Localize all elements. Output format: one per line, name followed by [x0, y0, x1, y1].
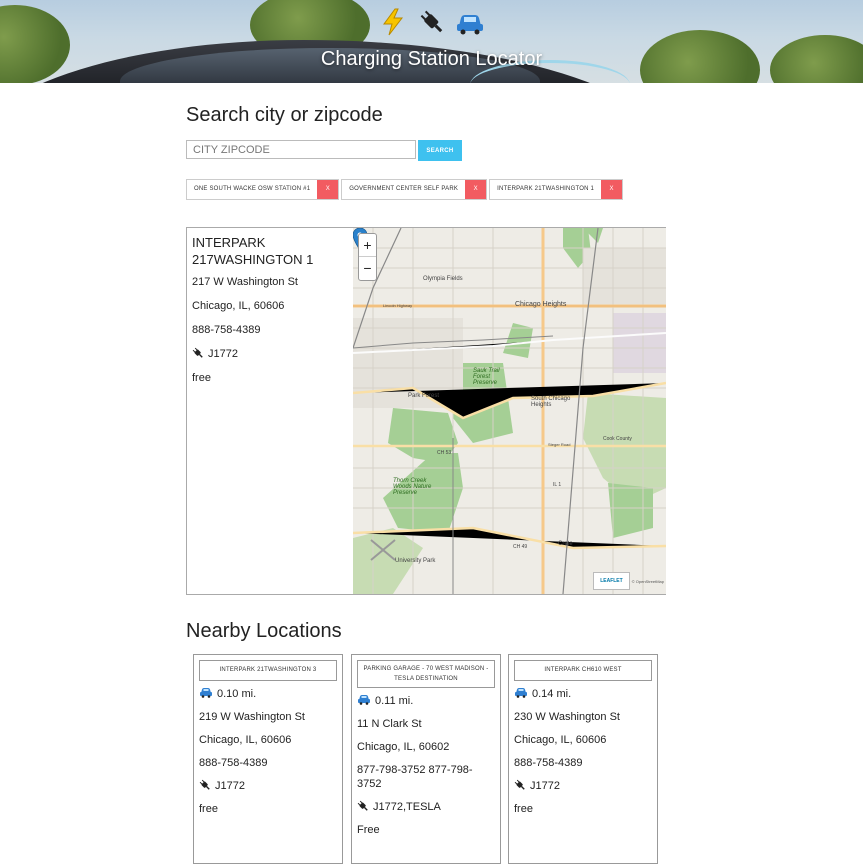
- map-tiles: [353, 228, 666, 594]
- lightning-icon: [378, 8, 408, 36]
- nearby-station-button[interactable]: INTERPARK CH610 WEST: [514, 660, 652, 681]
- station-price: free: [192, 372, 211, 384]
- map-label: Olympia Fields: [423, 276, 463, 282]
- ev-plug-icon: [199, 779, 210, 790]
- ev-plug-icon: [514, 779, 525, 790]
- map-view[interactable]: Olympia Fields Lincoln Highway Chicago H…: [353, 228, 666, 594]
- nearby-price: free: [199, 803, 218, 815]
- nearby-distance: 0.10 mi.: [217, 688, 257, 700]
- nearby-phone: 888-758-4389: [514, 757, 583, 769]
- saved-station-label[interactable]: INTERPARK 21TWASHINGTON 1: [490, 180, 601, 199]
- map-label: Thorn Creek Woods Nature Preserve: [393, 478, 432, 496]
- nearby-city: Chicago, IL, 60606: [199, 734, 292, 746]
- station-phone: 888-758-4389: [192, 324, 261, 336]
- map-label: Chicago Heights: [515, 301, 567, 308]
- ev-plug-icon: [417, 8, 447, 36]
- station-connector-row: J1772: [192, 347, 348, 361]
- station-street: 217 W Washington St: [192, 276, 298, 288]
- nearby-city: Chicago, IL, 60606: [514, 734, 607, 746]
- saved-station-chip[interactable]: GOVERNMENT CENTER SELF PARK X: [341, 179, 488, 200]
- nearby-distance: 0.11 mi.: [375, 695, 414, 707]
- nearby-price: free: [514, 803, 533, 815]
- zoom-out-button[interactable]: −: [359, 257, 376, 280]
- nearby-card: PARKING GARAGE - 70 WEST MADISON - TESLA…: [351, 654, 501, 864]
- car-icon: [200, 688, 212, 698]
- saved-station-label[interactable]: ONE SOUTH WACKE OSW STATION #1: [187, 180, 317, 199]
- station-detail-panel: INTERPARK 217WASHINGTON 1 217 W Washingt…: [186, 227, 666, 595]
- saved-station-label[interactable]: GOVERNMENT CENTER SELF PARK: [342, 180, 465, 199]
- nearby-distance-row: 0.14 mi.: [514, 687, 652, 701]
- station-detail: INTERPARK 217WASHINGTON 1 217 W Washingt…: [187, 228, 353, 594]
- nearby-distance-row: 0.10 mi.: [199, 687, 337, 701]
- header-icons: [0, 8, 863, 36]
- nearby-card: INTERPARK 21TWASHINGTON 3 0.10 mi. 219 W…: [193, 654, 343, 864]
- nearby-street: 230 W Washington St: [514, 711, 620, 723]
- station-name: INTERPARK 217WASHINGTON 1: [192, 235, 314, 267]
- map-attribution: LEAFLET © OpenStreetMap: [593, 572, 664, 590]
- ev-plug-icon: [357, 800, 368, 811]
- saved-station-chip[interactable]: INTERPARK 21TWASHINGTON 1 X: [489, 179, 624, 200]
- nearby-heading: Nearby Locations: [186, 620, 342, 642]
- nearby-street: 219 W Washington St: [199, 711, 305, 723]
- remove-station-button[interactable]: X: [465, 180, 487, 199]
- nearby-card: INTERPARK CH610 WEST 0.14 mi. 230 W Wash…: [508, 654, 658, 864]
- map-label: Steger Road: [548, 442, 571, 447]
- nearby-connector: J1772: [215, 780, 245, 792]
- ev-plug-icon: [192, 347, 203, 358]
- car-icon: [515, 688, 527, 698]
- nearby-station-button[interactable]: PARKING GARAGE - 70 WEST MADISON - TESLA…: [357, 660, 495, 688]
- nearby-connector: J1772,TESLA: [373, 801, 441, 813]
- nearby-phone: 888-758-4389: [199, 757, 268, 769]
- search-button[interactable]: SEARCH: [418, 140, 462, 161]
- map-label: CH 53: [437, 450, 452, 456]
- nearby-distance-row: 0.11 mi.: [357, 694, 495, 708]
- car-icon: [358, 695, 370, 705]
- nearby-connector-row: J1772: [514, 779, 652, 793]
- map-label: IL 1: [553, 482, 562, 488]
- zoom-in-button[interactable]: +: [359, 234, 376, 257]
- search-input[interactable]: [186, 140, 416, 159]
- map-label: Cook County: [603, 436, 632, 442]
- map-label: South Chicago Heights: [531, 396, 571, 408]
- nearby-distance: 0.14 mi.: [532, 688, 572, 700]
- nearby-connector: J1772: [530, 780, 560, 792]
- map-label: Crete: [558, 541, 573, 547]
- nearby-city: Chicago, IL, 60602: [357, 741, 450, 753]
- saved-station-chip[interactable]: ONE SOUTH WACKE OSW STATION #1 X: [186, 179, 340, 200]
- leaflet-link[interactable]: LEAFLET: [593, 572, 630, 590]
- osm-attribution[interactable]: © OpenStreetMap: [632, 579, 664, 584]
- station-connector: J1772: [208, 348, 238, 360]
- remove-station-button[interactable]: X: [317, 180, 339, 199]
- nearby-connector-row: J1772: [199, 779, 337, 793]
- map-label: Lincoln Highway: [383, 303, 413, 308]
- station-city: Chicago, IL, 60606: [192, 300, 285, 312]
- map-label: CH 49: [513, 544, 528, 550]
- nearby-phone: 877-798-3752 877-798-3752: [357, 764, 473, 790]
- remove-station-button[interactable]: X: [601, 180, 623, 199]
- nearby-connector-row: J1772,TESLA: [357, 800, 495, 814]
- car-icon: [455, 8, 485, 36]
- nearby-street: 11 N Clark St: [357, 718, 422, 730]
- map-label: Park Forest: [408, 393, 440, 399]
- nearby-price: Free: [357, 824, 380, 836]
- search-heading: Search city or zipcode: [186, 104, 383, 126]
- map-label: Sauk Trail Forest Preserve: [473, 368, 500, 386]
- app-title: Charging Station Locator: [320, 48, 543, 70]
- zoom-control: + −: [358, 233, 377, 281]
- map-label: University Park: [395, 558, 436, 564]
- nearby-station-button[interactable]: INTERPARK 21TWASHINGTON 3: [199, 660, 337, 681]
- saved-stations: ONE SOUTH WACKE OSW STATION #1 X GOVERNM…: [186, 179, 624, 200]
- hero-banner: Charging Station Locator: [0, 0, 863, 83]
